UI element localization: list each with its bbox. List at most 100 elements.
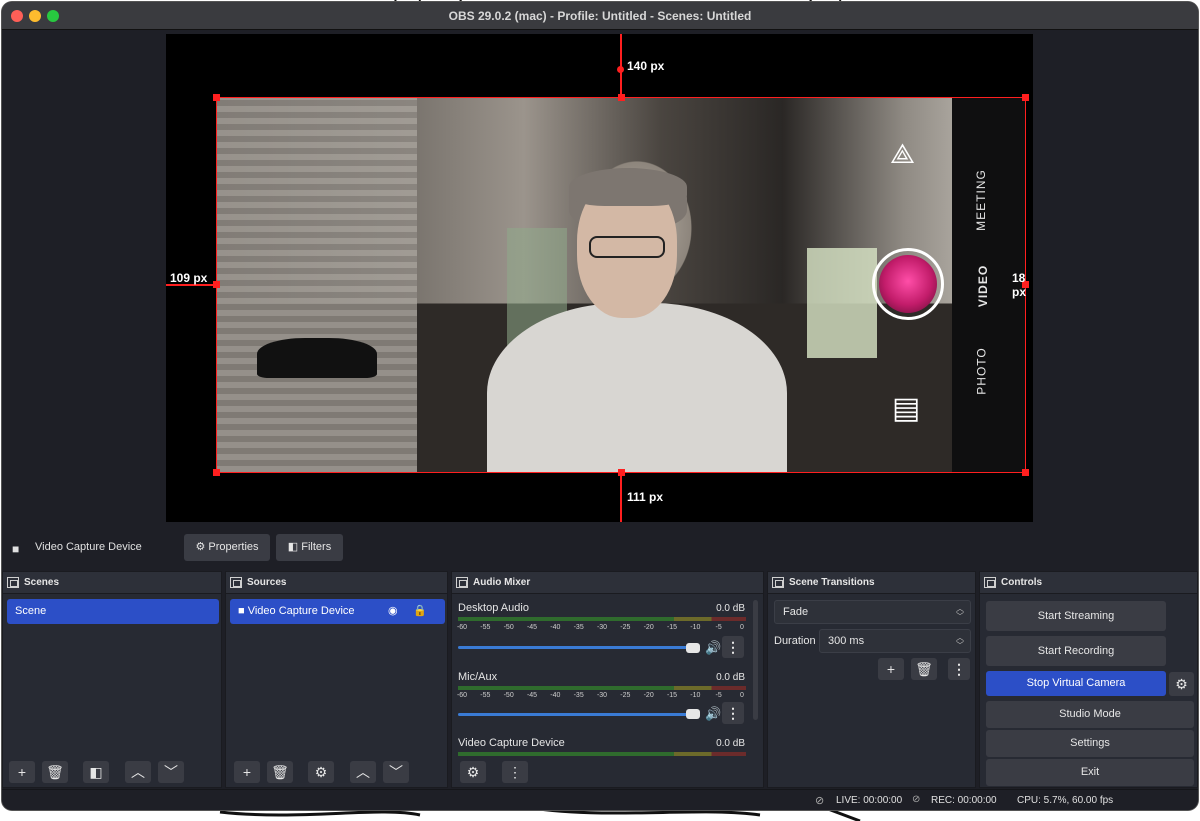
meter-scale-tick: -20 <box>643 624 654 631</box>
duration-label: Duration <box>774 635 816 647</box>
eye-icon[interactable]: ◉ <box>388 599 398 624</box>
sources-title: Sources <box>247 577 287 588</box>
measure-right-label: 18 px <box>1012 271 1027 299</box>
speaker-icon[interactable]: 🔊 <box>705 640 721 656</box>
guide-line-bottom <box>620 473 622 522</box>
source-item-label: Video Capture Device <box>247 605 355 617</box>
mixer-menu-button[interactable]: ⋮ <box>502 761 528 783</box>
resize-handle-top-left[interactable] <box>213 94 220 101</box>
dock-icon[interactable] <box>7 577 19 588</box>
meter-scale-tick: -10 <box>690 692 701 699</box>
gear-icon: ⚙ <box>1175 676 1188 692</box>
resize-handle-top-right[interactable] <box>1022 94 1029 101</box>
rec-timer: REC: 00:00:00 <box>931 795 997 806</box>
source-list-item[interactable]: ■ Video Capture Device ◉ 🔒 <box>230 599 445 624</box>
camera-icon: ■ <box>238 605 248 617</box>
remove-transition-button[interactable]: 🗑 <box>911 658 937 680</box>
volume-slider-knob[interactable] <box>686 709 700 719</box>
speaker-icon[interactable]: 🔊 <box>705 706 721 722</box>
meter-scale-tick: -15 <box>666 692 678 699</box>
settings-button[interactable]: Settings <box>986 730 1194 757</box>
lock-icon[interactable]: 🔒 <box>413 599 427 624</box>
resize-handle-bottom-right[interactable] <box>1022 469 1029 476</box>
kebab-icon: ⋮ <box>726 639 740 655</box>
remove-source-button[interactable]: 🗑 <box>267 761 293 783</box>
controls-dock-header: Controls <box>980 572 1197 594</box>
virtual-camera-settings-button[interactable]: ⚙ <box>1169 672 1194 696</box>
preview-canvas[interactable]: MEETING VIDEO PHOTO ⟁ ▤ 140 px 109 px 18… <box>166 34 1033 522</box>
audio-mixer-dock: Audio Mixer Desktop Audio 0.0 dB -60 -55 -… <box>451 571 764 788</box>
meter-scale-tick: -35 <box>573 692 584 699</box>
updown-arrows-icon: ︿ ﹀ <box>956 604 964 621</box>
remove-scene-button[interactable]: 🗑 <box>42 761 68 783</box>
mixer-scrollbar[interactable] <box>753 600 758 720</box>
volume-meter <box>458 686 746 690</box>
chevron-up-icon: ︿ <box>356 764 370 780</box>
add-transition-button[interactable]: + <box>878 658 904 680</box>
live-timer: LIVE: 00:00:00 <box>836 795 903 806</box>
move-source-down-button[interactable]: ﹀ <box>383 761 409 783</box>
exit-button[interactable]: Exit <box>986 759 1194 786</box>
add-source-button[interactable]: + <box>234 761 260 783</box>
volume-slider-knob[interactable] <box>686 643 700 653</box>
volume-slider[interactable] <box>458 646 692 649</box>
transition-value: Fade <box>783 606 809 618</box>
resize-handle-bottom-left[interactable] <box>213 469 220 476</box>
trash-icon: 🗑 <box>46 764 64 780</box>
updown-arrows-icon: ︿ ﹀ <box>956 633 964 650</box>
move-scene-down-button[interactable]: ﹀ <box>158 761 184 783</box>
transition-menu-button[interactable]: ⋮ <box>948 658 970 680</box>
meter-scale-tick: -60 <box>456 624 468 631</box>
chevron-down-icon: ﹀ <box>164 764 178 780</box>
move-source-up-button[interactable]: ︿ <box>350 761 376 783</box>
meter-scale: -60 -55 -50 -45 -40 -35 -30 -25 -20 -15 -10 -5 0 <box>456 624 746 634</box>
controls-title: Controls <box>1001 577 1043 588</box>
channel-db: 0.0 dB <box>716 672 745 683</box>
meter-scale-tick: -25 <box>620 624 631 631</box>
source-bounding-box[interactable] <box>216 97 1026 473</box>
meter-scale-tick: -30 <box>596 624 608 631</box>
chevron-up-icon: ︿ <box>131 764 145 780</box>
transition-select[interactable]: Fade ︿ ﹀ <box>774 600 971 624</box>
properties-button[interactable]: ⚙ Properties <box>184 534 270 561</box>
filter-icon: ◧ <box>287 541 302 553</box>
start-recording-button[interactable]: Start Recording <box>986 636 1166 666</box>
start-streaming-button[interactable]: Start Streaming <box>986 601 1166 631</box>
scene-filters-button[interactable]: ◧ <box>83 761 109 783</box>
source-properties-button[interactable]: ⚙ <box>308 761 334 783</box>
channel-menu-button[interactable]: ⋮ <box>722 636 744 658</box>
meter-scale-tick: 0 <box>740 624 744 631</box>
meter-scale-tick: -15 <box>666 624 678 631</box>
meter-scale-tick: -30 <box>596 692 608 699</box>
meter-scale-tick: -55 <box>480 624 491 631</box>
measure-bottom-label: 111 px <box>627 490 664 504</box>
stop-virtual-camera-button[interactable]: Stop Virtual Camera <box>986 671 1166 696</box>
trash-icon: 🗑 <box>271 764 289 780</box>
add-scene-button[interactable]: + <box>9 761 35 783</box>
filter-icon: ◧ <box>89 764 103 780</box>
dock-icon[interactable] <box>772 577 784 588</box>
properties-label: Properties <box>208 541 259 553</box>
channel-name: Mic/Aux <box>458 671 498 683</box>
dock-icon[interactable] <box>984 577 996 588</box>
dock-icon[interactable] <box>456 577 468 588</box>
channel-menu-button[interactable]: ⋮ <box>722 702 744 724</box>
sources-dock: Sources ■ Video Capture Device ◉ 🔒 + 🗑 ⚙… <box>225 571 448 788</box>
volume-slider[interactable] <box>458 713 692 716</box>
duration-spinbox[interactable]: 300 ms ︿ ﹀ <box>819 629 971 653</box>
rec-icon: ⊘ <box>912 794 921 805</box>
measure-left-label: 109 px <box>170 271 208 285</box>
advanced-audio-properties-button[interactable]: ⚙ <box>460 761 486 783</box>
move-scene-up-button[interactable]: ︿ <box>125 761 151 783</box>
scene-list-item[interactable]: Scene <box>7 599 219 624</box>
studio-mode-button[interactable]: Studio Mode <box>986 701 1194 728</box>
channel-name: Desktop Audio <box>458 602 529 614</box>
filters-button[interactable]: ◧ Filters <box>276 534 343 561</box>
chevron-down-icon: ﹀ <box>389 764 403 780</box>
camera-icon: ■ <box>12 542 20 556</box>
meter-scale-tick: -50 <box>503 692 514 699</box>
gear-icon: ⚙ <box>466 764 480 780</box>
dock-icon[interactable] <box>230 577 242 588</box>
sources-dock-header: Sources <box>226 572 447 594</box>
meter-scale-tick: -10 <box>690 624 701 631</box>
